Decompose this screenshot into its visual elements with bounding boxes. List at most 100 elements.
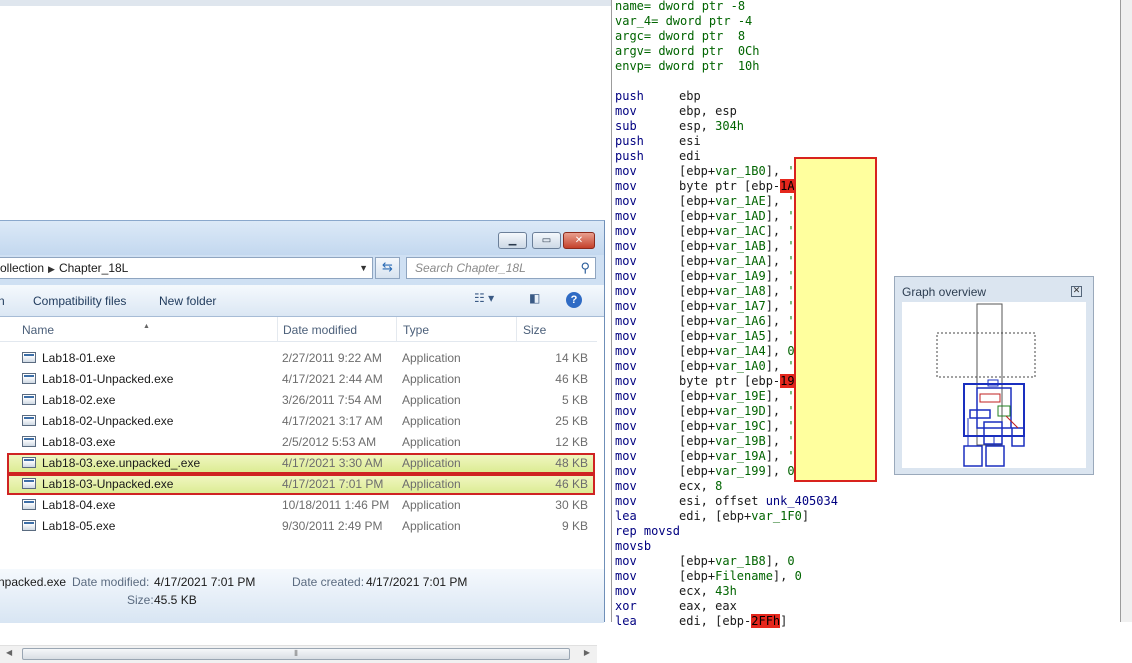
- file-size: 12 KB: [555, 435, 588, 449]
- column-size[interactable]: Size: [523, 323, 546, 337]
- asm-mnemonic: mov: [615, 194, 637, 208]
- file-date: 2/27/2011 9:22 AM: [282, 351, 382, 365]
- file-row-selected[interactable]: Lab18-03-Unpacked.exe 4/17/2021 7:01 PM …: [7, 474, 595, 495]
- asm-line[interactable]: argc= dword ptr 8: [615, 29, 852, 44]
- viewport-frame[interactable]: [936, 332, 1036, 378]
- asm-operand: ],: [765, 164, 788, 178]
- scrollbar-thumb[interactable]: ⦀: [22, 648, 570, 660]
- view-options-icon[interactable]: ☷ ▾: [474, 291, 494, 311]
- asm-operand: [ebp+: [679, 404, 716, 418]
- asm-mnemonic: mov: [615, 404, 637, 418]
- minimize-button[interactable]: ▁: [498, 232, 527, 249]
- asm-line[interactable]: mov ecx, 43h: [615, 584, 852, 599]
- new-folder-button[interactable]: New folder: [159, 294, 216, 308]
- asm-operand: ],: [765, 344, 788, 358]
- asm-operand: ],: [765, 239, 788, 253]
- details-filename: npacked.exe: [0, 575, 67, 589]
- asm-operand: [ebp+: [679, 569, 716, 583]
- asm-line[interactable]: xor eax, eax: [615, 599, 852, 614]
- asm-operand: ],: [765, 434, 788, 448]
- toolbar-overflow[interactable]: n: [0, 294, 5, 308]
- asm-operand: [ebp+: [679, 389, 716, 403]
- asm-line[interactable]: var_4= dword ptr -4: [615, 14, 852, 29]
- compatibility-files-button[interactable]: Compatibility files: [33, 294, 126, 308]
- breadcrumb-item[interactable]: Chapter_18L: [59, 261, 128, 275]
- asm-line[interactable]: movsb: [615, 539, 852, 554]
- preview-pane-icon[interactable]: ◧: [529, 291, 540, 311]
- asm-line[interactable]: lea edi, [ebp+var_1F0]: [615, 509, 852, 524]
- horizontal-scrollbar[interactable]: ◀ ⦀ ▶: [0, 645, 597, 663]
- column-divider[interactable]: [516, 317, 517, 341]
- close-button[interactable]: ✕: [563, 232, 595, 249]
- asm-operand: ]: [780, 614, 788, 628]
- file-row-highlighted[interactable]: Lab18-03.exe.unpacked_.exe 4/17/2021 3:3…: [7, 453, 595, 474]
- asm-line[interactable]: name= dword ptr -8: [615, 0, 852, 14]
- asm-operand: edi, [ebp+: [679, 509, 752, 523]
- asm-line[interactable]: rep movsd: [615, 524, 852, 539]
- maximize-button[interactable]: ▭: [532, 232, 561, 249]
- file-row[interactable]: Lab18-01.exe 2/27/2011 9:22 AM Applicati…: [7, 348, 595, 369]
- column-date-modified[interactable]: Date modified: [283, 323, 357, 337]
- breadcrumb-arrow-icon[interactable]: ▶: [48, 264, 55, 274]
- asm-line[interactable]: argv= dword ptr 0Ch: [615, 44, 852, 59]
- asm-line[interactable]: push esi: [615, 134, 852, 149]
- asm-mnemonic: mov: [615, 569, 637, 583]
- file-row[interactable]: Lab18-04.exe 10/18/2011 1:46 PM Applicat…: [7, 495, 595, 516]
- search-icon[interactable]: ⚲: [580, 258, 590, 278]
- asm-line[interactable]: sub esp, 304h: [615, 119, 852, 134]
- explorer-window: ▁ ▭ ✕ ollection ▶ Chapter_18L ▼ ⇆ Search C…: [0, 220, 605, 663]
- chevron-down-icon[interactable]: ▼: [359, 258, 368, 278]
- graph-overview-canvas[interactable]: [902, 302, 1086, 468]
- column-divider[interactable]: [277, 317, 278, 341]
- asm-operand: var_1B0: [715, 164, 766, 178]
- asm-mnemonic: mov: [615, 344, 637, 358]
- graph-overview-title: Graph overview: [902, 285, 987, 299]
- asm-operand: [ebp+: [679, 194, 716, 208]
- help-icon[interactable]: ?: [566, 292, 582, 308]
- graph-node: [963, 445, 983, 467]
- application-icon: [22, 394, 36, 405]
- search-input[interactable]: Search Chapter_18L ⚲: [406, 257, 596, 279]
- asm-operand: ],: [765, 419, 788, 433]
- explorer-titlebar[interactable]: ▁ ▭ ✕: [0, 221, 604, 255]
- file-name: Lab18-01.exe: [42, 351, 116, 365]
- address-bar[interactable]: ollection ▶ Chapter_18L ▼: [0, 257, 373, 279]
- asm-line[interactable]: mov [ebp+var_1B8], 0: [615, 554, 852, 569]
- asm-operand: 0: [787, 554, 795, 568]
- details-date-modified: 4/17/2021 7:01 PM: [154, 575, 256, 589]
- asm-operand: var_1F0: [751, 509, 802, 523]
- file-type: Application: [402, 414, 461, 428]
- close-icon[interactable]: ✕: [1071, 286, 1082, 297]
- asm-line[interactable]: envp= dword ptr 10h: [615, 59, 852, 74]
- refresh-button[interactable]: ⇆: [375, 257, 400, 279]
- breadcrumb-item[interactable]: ollection: [0, 261, 44, 275]
- file-row[interactable]: Lab18-01-Unpacked.exe 4/17/2021 2:44 AM …: [7, 369, 595, 390]
- asm-line[interactable]: push ebp: [615, 89, 852, 104]
- application-icon: [22, 436, 36, 447]
- asm-operand: esi, offset: [679, 494, 766, 508]
- asm-line[interactable]: [615, 74, 852, 89]
- graph-node: [969, 409, 991, 419]
- asm-operand: esi: [679, 134, 701, 148]
- file-size: 5 KB: [561, 393, 588, 407]
- application-icon: [22, 499, 36, 510]
- graph-minimap[interactable]: [902, 302, 1086, 468]
- column-divider[interactable]: [396, 317, 397, 341]
- asm-operand: esp,: [679, 119, 716, 133]
- asm-line[interactable]: mov ebp, esp: [615, 104, 852, 119]
- scroll-left-icon[interactable]: ◀: [6, 648, 12, 657]
- column-type[interactable]: Type: [403, 323, 429, 337]
- asm-line[interactable]: mov esi, offset unk_405034: [615, 494, 852, 509]
- scroll-right-icon[interactable]: ▶: [584, 648, 590, 657]
- file-row[interactable]: Lab18-03.exe 2/5/2012 5:53 AM Applicatio…: [7, 432, 595, 453]
- column-name[interactable]: Name: [22, 323, 54, 337]
- file-row[interactable]: Lab18-05.exe 9/30/2011 2:49 PM Applicati…: [7, 516, 595, 537]
- viewport-rect[interactable]: [976, 303, 1003, 446]
- file-name: Lab18-02.exe: [42, 393, 116, 407]
- file-row[interactable]: Lab18-02-Unpacked.exe 4/17/2021 3:17 AM …: [7, 411, 595, 432]
- file-row[interactable]: Lab18-02.exe 3/26/2011 7:54 AM Applicati…: [7, 390, 595, 411]
- asm-mnemonic: mov: [615, 209, 637, 223]
- asm-operand: [ebp+: [679, 359, 716, 373]
- asm-line[interactable]: mov [ebp+Filename], 0: [615, 569, 852, 584]
- file-type: Application: [402, 393, 461, 407]
